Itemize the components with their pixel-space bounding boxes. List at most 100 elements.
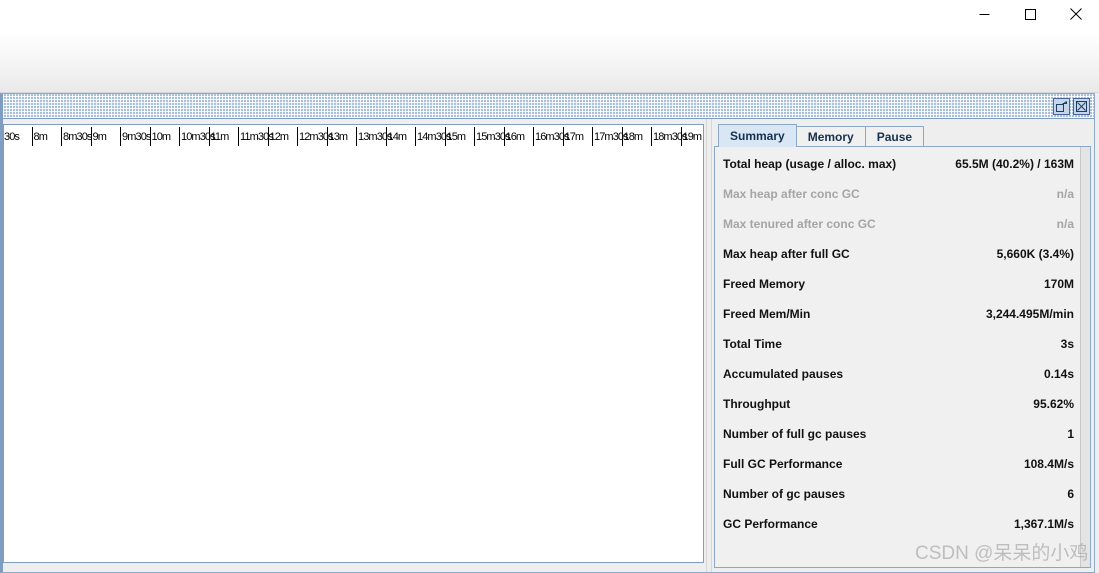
tick-mark xyxy=(621,127,623,146)
summary-row-label: Number of gc pauses xyxy=(723,487,846,501)
summary-row: GC Performance 1,367.1M/s xyxy=(715,509,1080,539)
summary-row-label: Max heap after conc GC xyxy=(723,187,860,201)
tick-label: 30s xyxy=(4,131,20,143)
summary-row: Max tenured after conc GC n/a xyxy=(715,209,1080,239)
model-tab-strip: Summary Memory Pause xyxy=(714,123,1091,147)
tick-mark xyxy=(592,127,593,146)
tick-mark xyxy=(297,127,298,146)
summary-row: Max heap after conc GC n/a xyxy=(715,179,1080,209)
summary-row-value: 0.14s xyxy=(1043,367,1074,381)
tick-mark xyxy=(356,127,357,146)
summary-row-label: Max tenured after conc GC xyxy=(723,217,876,231)
chart-pane: 30s 8m 8m30s 9m 9m30s 10m 10m30s 11m 11m30s 12m 12… xyxy=(3,119,706,572)
minimize-icon xyxy=(979,13,989,15)
application-window: 30s 8m 8m30s 9m 9m30s 10m 10m30s 11m 11m30s 12m 12… xyxy=(0,0,1099,573)
summary-row-label: Throughput xyxy=(723,397,791,411)
summary-row-value: 6 xyxy=(1067,487,1074,501)
summary-vertical-scrollbar[interactable] xyxy=(1080,147,1090,567)
tick-mark xyxy=(503,127,505,146)
close-icon xyxy=(1076,100,1087,112)
tick-label: 17m xyxy=(564,131,585,143)
tick-mark xyxy=(208,127,210,146)
chart-time-ruler: 30s 8m 8m30s 9m 9m30s 10m 10m30s 11m 11m30s 12m 12… xyxy=(4,125,703,151)
tick-mark xyxy=(267,127,269,146)
tick-label: 9m xyxy=(92,131,107,143)
summary-row-label: Accumulated pauses xyxy=(723,367,844,381)
tick-label: 18m xyxy=(623,131,644,143)
summary-row: Freed Mem/Min 3,244.495M/min xyxy=(715,299,1080,329)
tick-mark xyxy=(149,127,151,146)
summary-row-value: 108.4M/s xyxy=(1023,457,1074,471)
summary-row: Freed Memory 170M xyxy=(715,269,1080,299)
summary-row: Number of full gc pauses 1 xyxy=(715,419,1080,449)
internal-frame-restore-button[interactable] xyxy=(1053,97,1070,115)
summary-row-value: 65.5M (40.2%) / 163M xyxy=(955,157,1074,171)
internal-frame-title-bar[interactable] xyxy=(3,94,1094,119)
summary-row-value: n/a xyxy=(1056,187,1074,201)
tick-label: 15m xyxy=(446,131,467,143)
summary-row-label: Freed Mem/Min xyxy=(723,307,811,321)
tick-mark xyxy=(533,127,534,146)
tick-mark xyxy=(385,127,387,146)
window-close-button[interactable] xyxy=(1053,0,1099,28)
toolbar-area xyxy=(0,30,1099,93)
gc-document-internal-frame: 30s 8m 8m30s 9m 9m30s 10m 10m30s 11m 11m30s 12m 12… xyxy=(0,93,1095,573)
tick-mark xyxy=(444,127,446,146)
summary-row: Full GC Performance 108.4M/s xyxy=(715,449,1080,479)
tab-label: Summary xyxy=(730,129,785,143)
window-maximize-button[interactable] xyxy=(1007,0,1053,28)
tab-summary[interactable]: Summary xyxy=(718,124,797,147)
tick-label: 16m xyxy=(505,131,526,143)
summary-row-label: Total Time xyxy=(723,337,782,351)
summary-row-value: 5,660K (3.4%) xyxy=(996,247,1074,261)
tick-mark xyxy=(179,127,180,146)
summary-row: Accumulated pauses 0.14s xyxy=(715,359,1080,389)
tick-mark xyxy=(680,127,682,146)
summary-row: Throughput 95.62% xyxy=(715,389,1080,419)
tick-label: 19m xyxy=(682,131,703,143)
tick-label: 8m xyxy=(33,131,48,143)
tick-mark xyxy=(651,127,652,146)
summary-row-value: 1,367.1M/s xyxy=(1013,517,1074,531)
window-minimize-button[interactable] xyxy=(961,0,1007,28)
tick-mark xyxy=(31,127,33,146)
summary-row-value: 1 xyxy=(1067,427,1074,441)
summary-row-label: Number of full gc pauses xyxy=(723,427,867,441)
tick-label: 8m30s xyxy=(63,131,92,143)
summary-row-value: 3,244.495M/min xyxy=(985,307,1074,321)
maximize-icon xyxy=(1024,8,1036,20)
tab-memory[interactable]: Memory xyxy=(795,126,866,147)
summary-row-value: 170M xyxy=(1043,277,1074,291)
tab-pause[interactable]: Pause xyxy=(864,126,925,147)
summary-row-label: Full GC Performance xyxy=(723,457,843,471)
summary-row: Number of gc pauses 6 xyxy=(715,479,1080,509)
tick-mark xyxy=(326,127,328,146)
chart-plot-area[interactable] xyxy=(4,151,703,562)
summary-row: Total heap (usage / alloc. max) 65.5M (40… xyxy=(715,149,1080,179)
internal-frame-close-button[interactable] xyxy=(1073,97,1090,115)
summary-row-value: n/a xyxy=(1056,217,1074,231)
tick-label: 11m xyxy=(210,131,230,143)
tick-label: 10m xyxy=(151,131,172,143)
native-title-bar xyxy=(0,0,1099,30)
tick-mark xyxy=(90,127,92,146)
tick-mark xyxy=(562,127,564,146)
summary-row-value: 95.62% xyxy=(1033,397,1074,411)
tick-mark xyxy=(238,127,239,146)
restore-down-icon xyxy=(1056,100,1067,112)
tick-mark xyxy=(61,127,62,146)
tick-mark xyxy=(474,127,475,146)
tab-label: Memory xyxy=(807,130,854,144)
split-pane: 30s 8m 8m30s 9m 9m30s 10m 10m30s 11m 11m30s 12m 12… xyxy=(3,119,1094,572)
summary-row-value: 3s xyxy=(1060,337,1074,351)
tick-label: 12m xyxy=(269,131,290,143)
tick-mark xyxy=(120,127,121,146)
summary-table: Total heap (usage / alloc. max) 65.5M (40… xyxy=(715,147,1080,567)
summary-row-label: Max heap after full GC xyxy=(723,247,850,261)
summary-tab-panel: Total heap (usage / alloc. max) 65.5M (40… xyxy=(714,146,1091,568)
tick-mark xyxy=(415,127,416,146)
summary-row-label: GC Performance xyxy=(723,517,818,531)
summary-row-label: Freed Memory xyxy=(723,277,806,291)
chart-scroll-pane[interactable]: 30s 8m 8m30s 9m 9m30s 10m 10m30s 11m 11m30s 12m 12… xyxy=(3,124,704,563)
tick-label: 13m xyxy=(328,131,349,143)
